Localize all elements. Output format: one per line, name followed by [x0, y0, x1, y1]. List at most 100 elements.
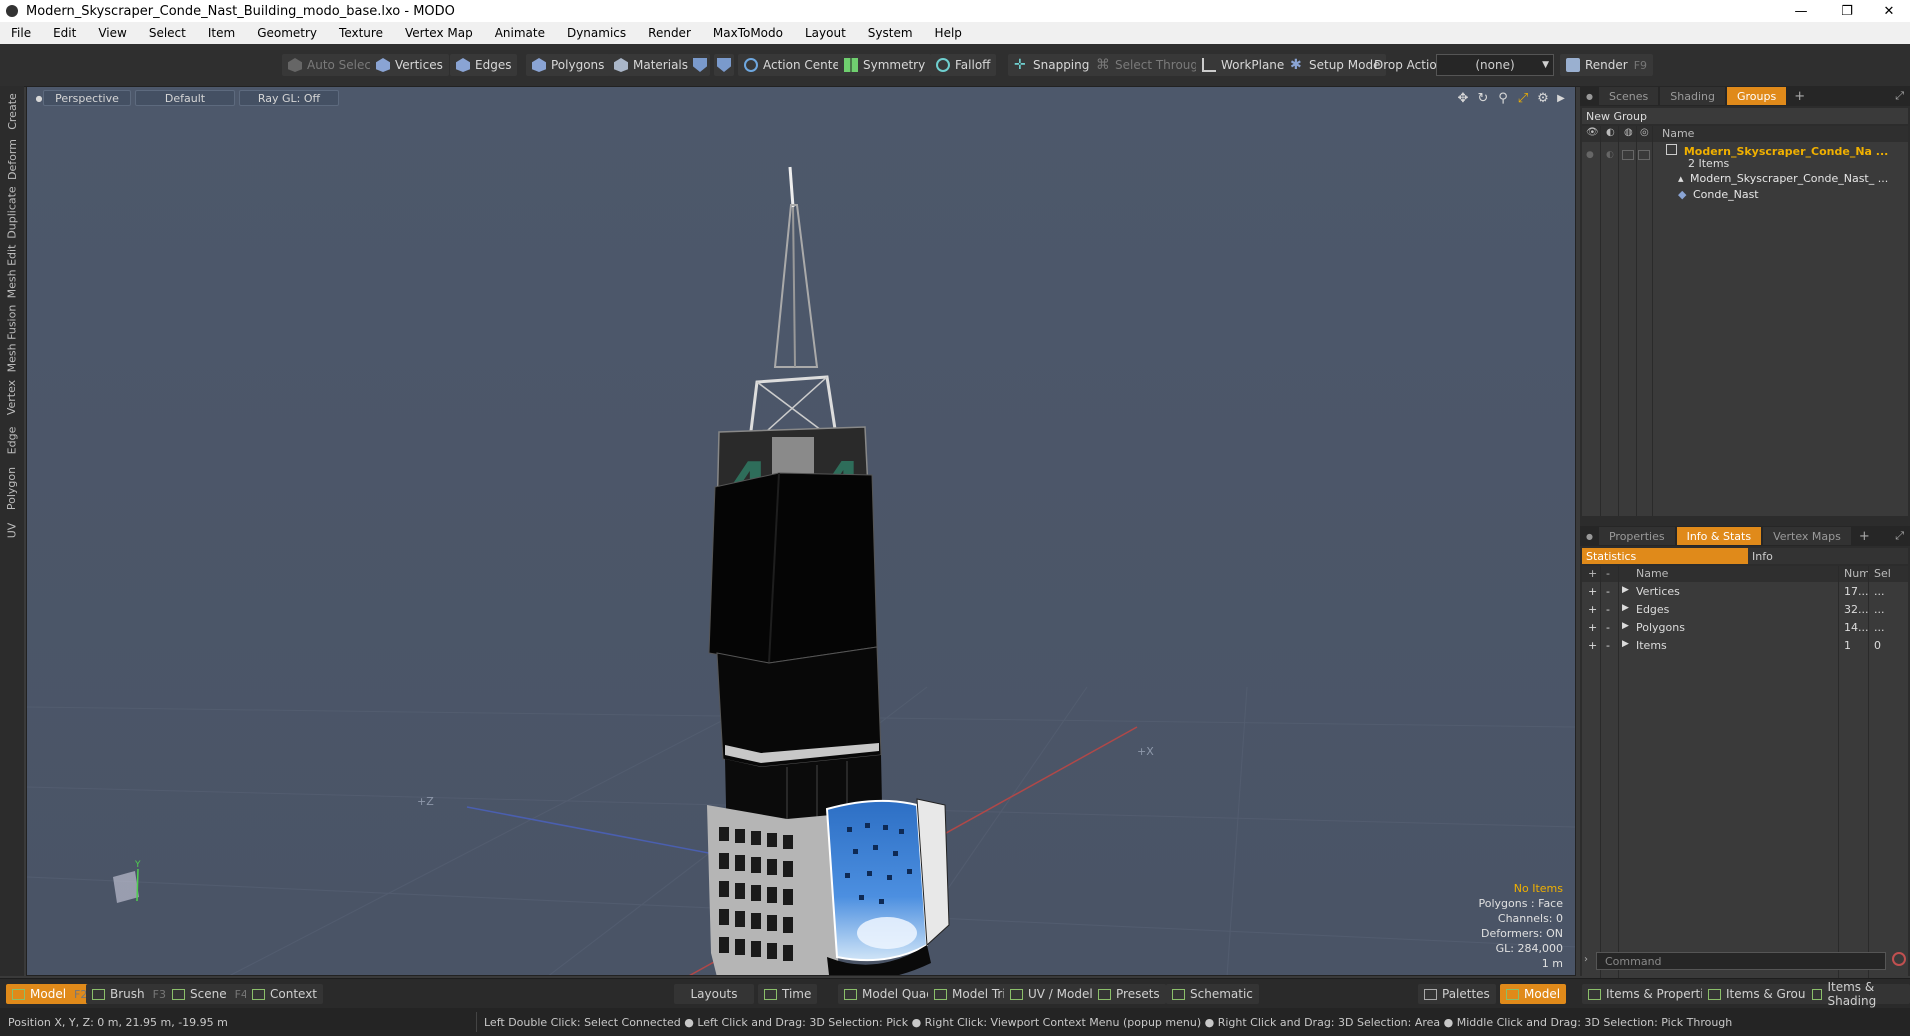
command-clear-icon[interactable]	[1892, 952, 1906, 966]
menu-render[interactable]: Render	[637, 26, 702, 40]
panel-maximize-icon[interactable]: ⤢	[1895, 89, 1904, 103]
table-row[interactable]: + - ▶ Vertices 17... ...	[1582, 584, 1908, 600]
row-plus-icon[interactable]: +	[1588, 639, 1597, 652]
menu-file[interactable]: File	[0, 26, 42, 40]
menu-edit[interactable]: Edit	[42, 26, 87, 40]
group-root-item[interactable]: Modern_Skyscraper_Conde_Na ...	[1666, 144, 1888, 158]
palettes-button[interactable]: Palettes	[1418, 984, 1496, 1004]
menu-select[interactable]: Select	[138, 26, 197, 40]
row-expand-arrow-icon[interactable]: ▶	[1622, 639, 1629, 649]
visibility-eye-icon[interactable]: 👁	[1586, 127, 1599, 138]
group-child-conde-nast[interactable]: ◆ Conde_Nast	[1678, 188, 1759, 201]
tab-deform[interactable]: Deform	[0, 136, 24, 182]
tab-info-stats[interactable]: Info & Stats	[1676, 527, 1762, 545]
command-input[interactable]: Command	[1596, 952, 1886, 970]
group-child-mesh[interactable]: ▴ Modern_Skyscraper_Conde_Nast_ ...	[1678, 172, 1888, 185]
menu-animate[interactable]: Animate	[484, 26, 556, 40]
menu-help[interactable]: Help	[924, 26, 973, 40]
menu-system[interactable]: System	[857, 26, 924, 40]
tab-vertex[interactable]: Vertex	[0, 376, 24, 418]
polygons-button[interactable]: Polygons	[526, 54, 611, 76]
table-row[interactable]: + - ▶ Edges 32... ...	[1582, 602, 1908, 618]
row-plus-icon[interactable]: +	[1588, 603, 1597, 616]
viewport-expand-arrow-icon[interactable]: ▶	[1553, 90, 1569, 106]
symmetry-button[interactable]: Symmetry	[838, 54, 932, 76]
right-layout-model-button[interactable]: Model	[1500, 984, 1567, 1004]
layout-model-tri-button[interactable]: Model Tri	[928, 984, 1012, 1004]
edges-button[interactable]: Edges	[450, 54, 518, 76]
add-tab-plus-icon-2[interactable]: +	[1859, 529, 1870, 544]
pan-icon[interactable]: ✥	[1455, 90, 1471, 106]
layout-model-quad-button[interactable]: Model Quad	[838, 984, 940, 1004]
layout-presets-button[interactable]: Presets	[1092, 984, 1166, 1004]
subtab-statistics[interactable]: Statistics	[1582, 548, 1748, 564]
fit-icon[interactable]: ⤢	[1515, 90, 1531, 106]
lock-column-icon[interactable]: ◐	[1606, 127, 1615, 138]
menu-dynamics[interactable]: Dynamics	[556, 26, 637, 40]
layout-schematic-button[interactable]: Schematic	[1166, 984, 1259, 1004]
collapse-all-icon[interactable]: -	[1606, 567, 1610, 580]
row-minus-icon[interactable]: -	[1606, 585, 1610, 598]
row-minus-icon[interactable]: -	[1606, 603, 1610, 616]
vertices-button[interactable]: Vertices	[370, 54, 449, 76]
rotate-icon[interactable]: ↻	[1475, 90, 1491, 106]
table-row[interactable]: + - ▶ Items 1 0	[1582, 638, 1908, 654]
layout-uv-model-button[interactable]: UV / Model	[1004, 984, 1099, 1004]
panel-maximize-icon-2[interactable]: ⤢	[1895, 529, 1904, 543]
select-mode-button-a[interactable]	[690, 54, 710, 76]
3d-viewport[interactable]: +Z +X 4 4	[26, 86, 1576, 976]
layout-scene-button[interactable]: Scene F4	[166, 984, 254, 1004]
table-row[interactable]: + - ▶ Polygons 14... ...	[1582, 620, 1908, 636]
menu-layout[interactable]: Layout	[794, 26, 857, 40]
layout-items-shading-button[interactable]: Items & Shading	[1806, 980, 1910, 1008]
row-plus-icon[interactable]: +	[1588, 585, 1597, 598]
auto-select-button[interactable]: Auto Select	[282, 54, 382, 76]
tab-mesh-fusion[interactable]: Mesh Fusion	[0, 302, 24, 374]
select-column-icon[interactable]: ◎	[1640, 127, 1649, 138]
minimize-button[interactable]: —	[1778, 0, 1824, 22]
tab-properties[interactable]: Properties	[1598, 527, 1675, 545]
new-group-button[interactable]: New Group	[1582, 108, 1908, 124]
tab-duplicate[interactable]: Duplicate	[0, 184, 24, 240]
viewport-settings-gear-icon[interactable]: ⚙	[1535, 90, 1551, 106]
layout-brush-button[interactable]: Brush F3	[86, 984, 172, 1004]
row-expand-arrow-icon[interactable]: ▶	[1622, 585, 1629, 595]
menu-geometry[interactable]: Geometry	[246, 26, 328, 40]
tab-mesh-edit[interactable]: Mesh Edit	[0, 242, 24, 300]
maximize-button[interactable]: ❐	[1824, 0, 1870, 22]
snapping-button[interactable]: ✛ Snapping	[1008, 54, 1096, 76]
panel-menu-dot-icon-2[interactable]: ●	[1586, 532, 1593, 541]
shading-mode-button[interactable]: Default	[135, 90, 235, 106]
row-minus-icon[interactable]: -	[1606, 639, 1610, 652]
falloff-button[interactable]: Falloff	[930, 54, 997, 76]
layouts-button[interactable]: Layouts	[674, 984, 754, 1004]
layout-model-button[interactable]: Model F2	[6, 984, 94, 1004]
drop-action-select[interactable]: (none) ▼	[1436, 54, 1554, 76]
workplane-button[interactable]: WorkPlane	[1196, 54, 1291, 76]
action-center-button[interactable]: Action Center	[738, 54, 851, 76]
menu-item[interactable]: Item	[197, 26, 246, 40]
close-button[interactable]: ✕	[1866, 0, 1910, 22]
menu-maxtomodo[interactable]: MaxToModo	[702, 26, 794, 40]
layout-time-button[interactable]: Time	[758, 984, 818, 1004]
layout-context-button[interactable]: Context	[246, 984, 324, 1004]
menu-texture[interactable]: Texture	[328, 26, 394, 40]
zoom-icon[interactable]: ⚲	[1495, 90, 1511, 106]
tab-polygon[interactable]: Polygon	[0, 462, 24, 514]
panel-menu-dot-icon[interactable]: ●	[1586, 92, 1593, 101]
tab-uv[interactable]: UV	[0, 516, 24, 544]
tab-groups[interactable]: Groups	[1726, 87, 1787, 105]
view-type-button[interactable]: Perspective	[43, 90, 131, 106]
select-through-button[interactable]: ⌘ Select Through	[1090, 54, 1212, 76]
row-plus-icon[interactable]: +	[1588, 621, 1597, 634]
tab-shading[interactable]: Shading	[1660, 87, 1725, 105]
name-column-header[interactable]: Name	[1662, 127, 1694, 140]
subtab-info[interactable]: Info	[1748, 548, 1908, 564]
add-tab-plus-icon[interactable]: +	[1794, 89, 1805, 104]
tab-edge[interactable]: Edge	[0, 420, 24, 460]
row-expand-arrow-icon[interactable]: ▶	[1622, 621, 1629, 631]
row-expand-arrow-icon[interactable]: ▶	[1622, 603, 1629, 613]
command-expand-arrow-icon[interactable]: ›	[1584, 954, 1588, 965]
root-visibility-icon[interactable]: ●	[1586, 150, 1594, 160]
materials-button[interactable]: Materials	[608, 54, 695, 76]
